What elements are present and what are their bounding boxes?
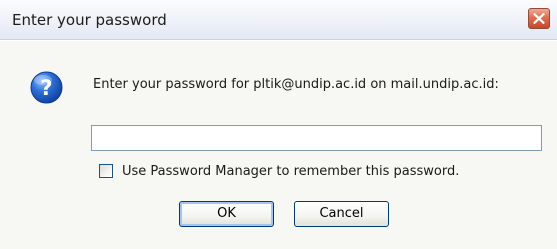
prompt-text: Enter your password for pltik@undip.ac.i… [93,77,499,92]
close-icon [533,13,545,24]
password-dialog: Enter your password ? Enter your passwor… [0,0,557,249]
svg-text:?: ? [40,76,52,100]
remember-password-label[interactable]: Use Password Manager to remember this pa… [122,164,459,179]
ok-button[interactable]: OK [179,201,274,227]
close-button[interactable] [528,8,550,29]
password-input[interactable] [91,125,542,151]
title-bar[interactable]: Enter your password [0,0,557,40]
dialog-title: Enter your password [12,11,167,29]
remember-password-checkbox[interactable] [99,164,113,178]
question-icon: ? [30,71,63,104]
dialog-body: ? Enter your password for pltik@undip.ac… [0,41,557,249]
cancel-button[interactable]: Cancel [294,201,389,227]
